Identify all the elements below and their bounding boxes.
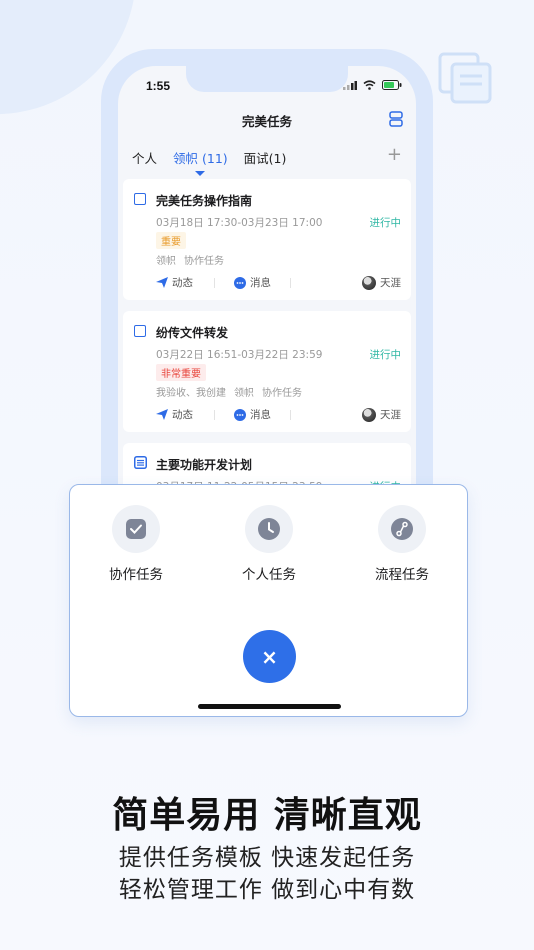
task-chips: 领帜 协作任务 [156, 252, 224, 267]
tab-bar: 个人 领帜 (11) 面试(1) [132, 148, 287, 176]
task-title: 纷传文件转发 [156, 326, 229, 340]
tab-label: 面试(1) [243, 151, 287, 166]
tab-label: 领帜 (11) [173, 151, 228, 166]
divider [214, 278, 215, 288]
status-time: 1:55 [146, 79, 171, 93]
message-label: 消息 [250, 409, 271, 421]
check-icon [126, 519, 146, 539]
personal-icon-circle [245, 505, 293, 553]
task-chip: 我验收、我创建 [156, 388, 226, 399]
dynamic-label: 动态 [172, 409, 193, 421]
task-title: 主要功能开发计划 [156, 458, 253, 472]
task-checkbox[interactable] [134, 193, 146, 205]
document-stack-icon [438, 52, 492, 104]
task-chip: 协作任务 [262, 388, 302, 399]
avatar [362, 407, 376, 422]
tab-lingzhi[interactable]: 领帜 (11) [173, 148, 228, 176]
subline: 轻松管理工作 做到心中有数 [118, 877, 416, 903]
close-button[interactable]: × [243, 630, 296, 683]
tab-label: 个人 [132, 151, 158, 166]
task-checkbox[interactable] [134, 325, 146, 337]
task-time: 03月22日 16:51-03月22日 23:59 [156, 349, 323, 361]
dynamic-button[interactable]: 动态 [156, 275, 193, 290]
process-icon-circle [378, 505, 426, 553]
status-icons [343, 80, 402, 90]
collab-task-option[interactable]: 协作任务 [86, 505, 186, 583]
menu-icon[interactable] [389, 111, 403, 127]
task-card[interactable]: 纷传文件转发 03月22日 16:51-03月22日 23:59 进行中 非常重… [123, 311, 411, 432]
option-label: 协作任务 [109, 567, 163, 583]
create-task-sheet: 协作任务 个人任务 流程任务 × [69, 484, 468, 717]
page-title: 完美任务 [241, 114, 292, 129]
notch [186, 66, 348, 92]
assignee: 天涯 [362, 275, 401, 290]
assignee-name: 天涯 [380, 409, 401, 421]
task-status: 进行中 [369, 349, 402, 361]
task-chips: 我验收、我创建 领帜 协作任务 [156, 384, 302, 399]
priority-tag: 非常重要 [156, 364, 206, 381]
task-status: 进行中 [369, 217, 402, 229]
task-time: 03月18日 17:30-03月23日 17:00 [156, 217, 323, 229]
home-indicator [198, 704, 341, 709]
avatar [362, 275, 376, 290]
battery-icon [382, 80, 402, 90]
subline: 提供任务模板 快速发起任务 [118, 845, 416, 871]
tab-personal[interactable]: 个人 [132, 148, 157, 167]
task-card[interactable]: 完美任务操作指南 03月18日 17:30-03月23日 17:00 进行中 重… [123, 179, 411, 300]
message-button[interactable]: 消息 [234, 275, 271, 290]
task-footer: 动态 消息 天涯 [156, 407, 401, 423]
priority-tag: 重要 [156, 232, 186, 249]
send-icon [156, 277, 168, 288]
clock-icon [258, 518, 280, 540]
message-label: 消息 [250, 277, 271, 289]
option-label: 个人任务 [242, 567, 296, 583]
task-chip: 领帜 [156, 256, 176, 267]
signal-icon [343, 80, 357, 90]
task-title: 完美任务操作指南 [156, 194, 253, 208]
add-tab-button[interactable]: + [387, 144, 402, 165]
divider [290, 278, 291, 288]
tab-interview[interactable]: 面试(1) [244, 148, 287, 167]
task-chip: 协作任务 [184, 256, 224, 267]
wifi-icon [363, 80, 376, 90]
message-icon [234, 276, 246, 289]
tab-active-indicator [195, 171, 206, 176]
message-icon [234, 408, 246, 421]
message-button[interactable]: 消息 [234, 407, 271, 422]
task-footer: 动态 消息 天涯 [156, 275, 401, 291]
headline: 简单易用 清晰直观 [112, 795, 422, 836]
flow-icon [391, 518, 413, 540]
dynamic-label: 动态 [172, 277, 193, 289]
option-label: 流程任务 [375, 567, 429, 583]
dynamic-button[interactable]: 动态 [156, 407, 193, 422]
assignee: 天涯 [362, 407, 401, 422]
task-chip: 领帜 [234, 388, 254, 399]
personal-task-option[interactable]: 个人任务 [219, 505, 319, 583]
assignee-name: 天涯 [380, 277, 401, 289]
document-icon [134, 456, 147, 469]
send-icon [156, 409, 168, 420]
divider [290, 410, 291, 420]
collab-icon-circle [112, 505, 160, 553]
process-task-option[interactable]: 流程任务 [352, 505, 452, 583]
divider [214, 410, 215, 420]
